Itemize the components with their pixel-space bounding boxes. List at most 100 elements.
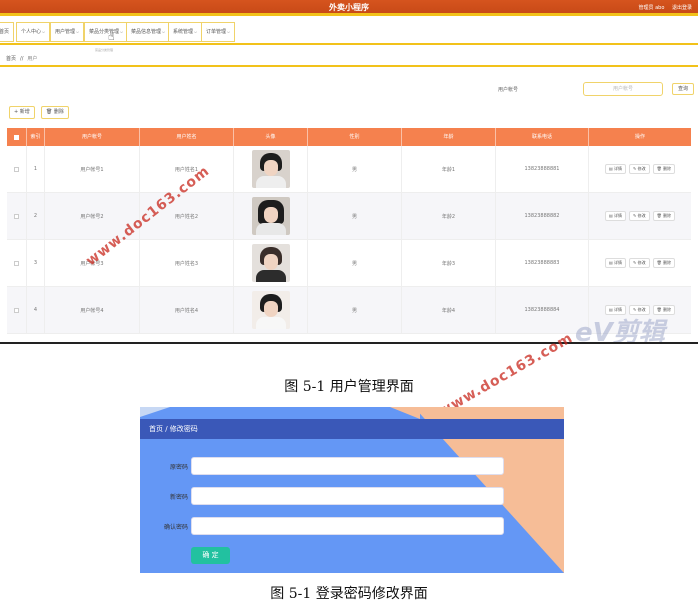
breadcrumb-home[interactable]: 首页 [6, 56, 16, 62]
new-password-field[interactable] [191, 487, 504, 505]
avatar-body [255, 270, 286, 282]
detail-button[interactable]: ▤ 详情 [604, 164, 627, 174]
checkbox-box [14, 166, 19, 172]
detail-button[interactable]: ▤ 详情 [604, 211, 627, 221]
table-row: 1 用户帐号1 用户姓名1 男 年龄1 13823888881 ▤ 详情 ✎ 修… [7, 146, 691, 193]
delete-button[interactable]: 🗑 删除 [652, 211, 676, 221]
breadcrumb-current: 用户 [27, 56, 38, 62]
delete-button[interactable]: 🗑 删除 [652, 258, 676, 268]
cell-phone: 13823888881 [496, 146, 589, 192]
delete-button[interactable]: 🗑 删除 [652, 164, 676, 174]
select-all-checkbox[interactable] [7, 128, 27, 146]
avatar-body [255, 176, 286, 188]
cell-actions: ▤ 详情 ✎ 修改 🗑 删除 [589, 240, 691, 286]
nav-user-management[interactable]: 用户管理⌵ [50, 22, 85, 42]
main-nav: 首页 个人中心⌵ 用户管理⌵ 菜品分类管理⌵ 菜品信息管理⌵ 系统管理⌵ 订单管… [0, 19, 698, 45]
nav-dish-info[interactable]: 菜品信息管理⌵ [126, 22, 171, 42]
detail-label: 详情 [614, 166, 623, 171]
cell-age: 年龄3 [402, 240, 496, 286]
bulk-delete-button[interactable]: 🗑 删除 [41, 106, 69, 119]
cell-gender: 男 [308, 146, 402, 192]
edit-button[interactable]: ✎ 修改 [629, 164, 650, 174]
search-input[interactable]: 用户帐号 [583, 82, 663, 96]
cell-actions: ▤ 详情 ✎ 修改 🗑 删除 [589, 193, 691, 239]
cell-age: 年龄4 [402, 287, 496, 333]
edit-button[interactable]: ✎ 修改 [629, 258, 650, 268]
nav-home[interactable]: 首页 [0, 22, 15, 42]
nav-dish-info-label: 菜品信息管理 [131, 29, 162, 35]
cell-age: 年龄2 [402, 193, 496, 239]
nav-orders-label: 订单管理 [206, 29, 227, 35]
new-password-label: 新密码 [169, 494, 188, 501]
avatar-face [263, 160, 278, 176]
avatar [251, 197, 290, 235]
avatar-face [263, 254, 278, 270]
row-checkbox[interactable] [7, 287, 27, 333]
detail-button[interactable]: ▤ 详情 [604, 258, 627, 268]
detail-label: 详情 [614, 260, 623, 265]
nav-system[interactable]: 系统管理⌵ [168, 22, 203, 42]
breadcrumb-separator: // [20, 56, 24, 62]
confirm-password-field[interactable] [191, 517, 504, 535]
row-checkbox[interactable] [7, 240, 27, 286]
user-table: 索引 用户帐号 用户姓名 头像 性别 年龄 联系电话 操作 1 用户帐号1 用户… [7, 128, 691, 334]
delete-label: 删除 [663, 166, 672, 171]
table-row: 2 用户帐号2 用户姓名2 男 年龄2 13823888882 ▤ 详情 ✎ 修… [7, 193, 691, 240]
chevron-down-icon: ⌵ [42, 29, 46, 34]
search-button[interactable]: 查询 [672, 83, 694, 95]
chevron-down-icon: ⌵ [120, 29, 124, 34]
detail-label: 详情 [614, 213, 623, 218]
column-header: 年龄 [402, 128, 496, 146]
user-management-screenshot: 外卖小程序 管理员 abo 退出登录 首页 个人中心⌵ 用户管理⌵ 菜品分类管理… [0, 0, 698, 344]
add-button[interactable]: + 新增 [9, 106, 35, 119]
old-password-label: 原密码 [169, 464, 188, 471]
avatar [251, 291, 290, 329]
logout-link[interactable]: 退出登录 [672, 5, 692, 11]
column-header: 性别 [308, 128, 402, 146]
cell-index: 2 [27, 193, 45, 239]
column-header: 联系电话 [496, 128, 589, 146]
nav-dish-category[interactable]: 菜品分类管理⌵ [84, 22, 129, 42]
nav-home-label: 首页 [0, 29, 10, 35]
checkbox-box [14, 260, 19, 266]
background-shape [140, 407, 170, 417]
cell-actions: ▤ 详情 ✎ 修改 🗑 删除 [589, 146, 691, 192]
edit-label: 修改 [637, 260, 646, 265]
cell-phone: 13823888883 [496, 240, 589, 286]
column-header: 头像 [234, 128, 308, 146]
avatar [251, 244, 290, 282]
avatar-body [255, 223, 286, 235]
breadcrumb: 首页 / 修改密码 [140, 419, 564, 439]
column-header: 操作 [634, 134, 645, 140]
nav-profile[interactable]: 个人中心⌵ [16, 22, 51, 42]
submit-button[interactable]: 确 定 [191, 547, 230, 564]
cell-index: 4 [27, 287, 45, 333]
cell-avatar [234, 193, 308, 239]
chevron-down-icon: ⌵ [227, 29, 231, 34]
cell-avatar [234, 287, 308, 333]
cell-name: 用户姓名4 [140, 287, 234, 333]
old-password-field[interactable] [191, 457, 504, 475]
confirm-password-label: 确认密码 [163, 524, 188, 531]
table-header: 索引 用户帐号 用户姓名 头像 性别 年龄 联系电话 操作 [7, 128, 691, 146]
avatar-face [263, 207, 278, 223]
cell-account: 用户帐号1 [45, 146, 140, 192]
cell-account: 用户帐号4 [45, 287, 140, 333]
edit-button[interactable]: ✎ 修改 [629, 211, 650, 221]
password-change-screenshot: 首页 / 修改密码 原密码 新密码 确认密码 确 定 [140, 407, 564, 573]
delete-label: 删除 [663, 213, 672, 218]
cell-age: 年龄1 [402, 146, 496, 192]
cell-index: 3 [27, 240, 45, 286]
nav-system-label: 系统管理 [173, 29, 194, 35]
cell-phone: 13823888882 [496, 193, 589, 239]
row-checkbox[interactable] [7, 193, 27, 239]
cell-index: 1 [27, 146, 45, 192]
column-header: 用户姓名 [140, 128, 234, 146]
checkbox-box [14, 307, 19, 313]
cell-gender: 男 [308, 193, 402, 239]
breadcrumb: 首页 //用户 [0, 52, 698, 67]
row-checkbox[interactable] [7, 146, 27, 192]
app-header: 外卖小程序 管理员 abo 退出登录 [0, 0, 698, 16]
nav-orders[interactable]: 订单管理⌵ [201, 22, 236, 42]
cell-gender: 男 [308, 240, 402, 286]
